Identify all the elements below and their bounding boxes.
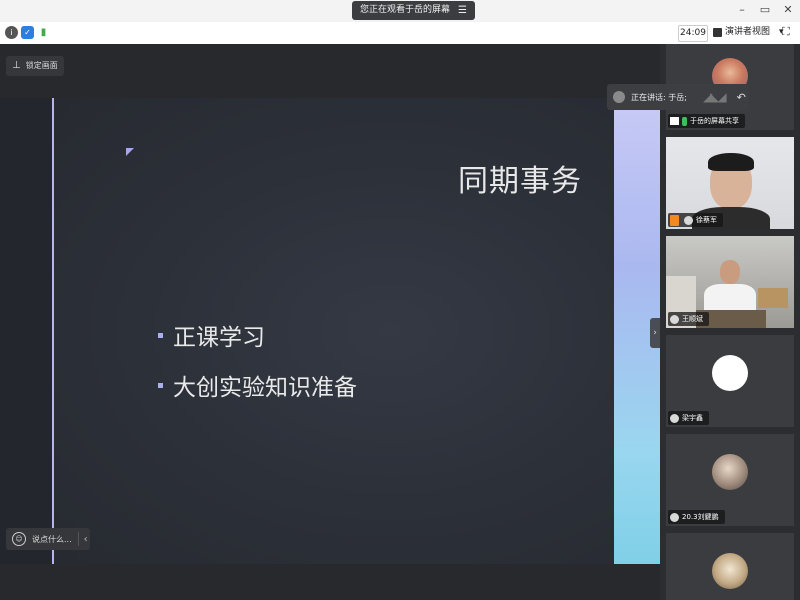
- shield-icon[interactable]: ✓: [21, 26, 34, 39]
- avatar: [670, 512, 679, 522]
- avatar: [712, 454, 748, 490]
- share-notice-text: 您正在观看于岳的屏幕: [360, 5, 451, 15]
- avatar: [670, 314, 679, 324]
- participant-tile-avatar[interactable]: 20.3刘鍵鹏: [666, 434, 794, 526]
- participant-label: 梁宇鑫: [668, 411, 709, 425]
- slide-title: 同期事务: [458, 164, 582, 199]
- person-face: [720, 260, 740, 284]
- slide-bullet: 正课学习: [158, 318, 265, 352]
- minimize-button[interactable]: –: [735, 3, 749, 17]
- info-icon[interactable]: i: [5, 26, 18, 39]
- avatar: [712, 355, 748, 391]
- participant-name: 王顺斌: [682, 315, 703, 323]
- screen-share-icon: [670, 117, 679, 125]
- screen-share-notice: 您正在观看于岳的屏幕 ☰: [352, 1, 475, 20]
- avatar: [684, 215, 693, 225]
- meeting-timer: 24:09: [678, 25, 708, 42]
- close-button[interactable]: ✕: [781, 3, 795, 17]
- pin-view-label: 锁定画面: [25, 61, 58, 70]
- bullet-text: 正课学习: [173, 325, 265, 351]
- divider: [77, 532, 79, 546]
- mic-active-icon: [682, 116, 687, 126]
- participant-tile-video[interactable]: 徐蔡军: [666, 137, 794, 229]
- participant-tile-avatar[interactable]: [666, 533, 794, 600]
- participant-tile-avatar[interactable]: 梁宇鑫: [666, 335, 794, 427]
- emoji-icon[interactable]: ☺: [12, 532, 26, 546]
- meeting-toolbar: i ✓ ▮ 24:09 演讲者视图 ▾ ⛶: [0, 22, 800, 45]
- participant-sidebar: 于岳的屏幕共享 徐蔡军 王顺斌 梁宇鑫 20.3刘鍵鹏: [660, 44, 800, 600]
- fullscreen-icon[interactable]: ⛶: [782, 26, 794, 38]
- active-speaker-banner: 正在讲话: 于岳; ◢◣◢ ↶: [607, 84, 749, 110]
- chat-placeholder[interactable]: 说点什么...: [32, 534, 72, 545]
- participant-name: 徐蔡军: [696, 216, 717, 224]
- triangle-decoration-icon: [126, 148, 134, 156]
- pin-view-button[interactable]: ⊥ 锁定画面: [6, 56, 64, 76]
- participant-label: 王顺斌: [668, 312, 709, 326]
- bullet-icon: [158, 332, 163, 338]
- participant-name: 梁宇鑫: [682, 414, 703, 422]
- speaker-avatar: [613, 91, 625, 103]
- participant-name: 20.3刘鍵鹏: [682, 513, 719, 521]
- avatar: [712, 553, 748, 589]
- chevron-left-icon[interactable]: ‹: [84, 534, 88, 545]
- presentation-slide: 同期事务 正课学习 大创实验知识准备: [0, 98, 660, 564]
- shared-screen-area: ⊥ 锁定画面 同期事务 正课学习 大创实验知识准备 ☺ 说点什么... ‹ ›: [0, 44, 660, 600]
- slide-left-band: [0, 98, 52, 564]
- bullet-text: 大创实验知识准备: [173, 375, 357, 401]
- bullet-icon: [158, 382, 163, 388]
- pin-icon: ⊥: [12, 60, 21, 71]
- view-mode-label: 演讲者视图: [725, 27, 771, 37]
- slide-bullet: 大创实验知识准备: [158, 368, 357, 402]
- undo-icon[interactable]: ↶: [737, 91, 746, 104]
- person-hair: [708, 153, 754, 171]
- sidebar-collapse-handle[interactable]: ›: [650, 318, 660, 348]
- participant-label: 徐蔡军: [668, 213, 723, 227]
- restore-button[interactable]: ▭: [758, 3, 772, 17]
- room-object: [758, 288, 788, 308]
- view-mode-button[interactable]: 演讲者视图 ▾: [713, 25, 784, 40]
- signal-icon[interactable]: ▮: [37, 26, 50, 39]
- host-icon: [670, 214, 679, 226]
- window-titlebar: 您正在观看于岳的屏幕 ☰ – ▭ ✕: [0, 0, 800, 23]
- participant-name: 于岳的屏幕共享: [690, 117, 739, 125]
- presenter-view-icon: [713, 28, 722, 37]
- participant-label: 于岳的屏幕共享: [668, 114, 745, 128]
- active-speaker-text: 正在讲话: 于岳;: [631, 92, 687, 102]
- hamburger-icon[interactable]: ☰: [458, 1, 467, 20]
- chat-input-pill[interactable]: ☺ 说点什么... ‹: [6, 528, 90, 550]
- participant-tile-video[interactable]: 王顺斌: [666, 236, 794, 328]
- audio-wave-icon: ◢◣◢: [702, 90, 727, 104]
- participant-label: 20.3刘鍵鹏: [668, 510, 725, 524]
- avatar: [670, 413, 679, 423]
